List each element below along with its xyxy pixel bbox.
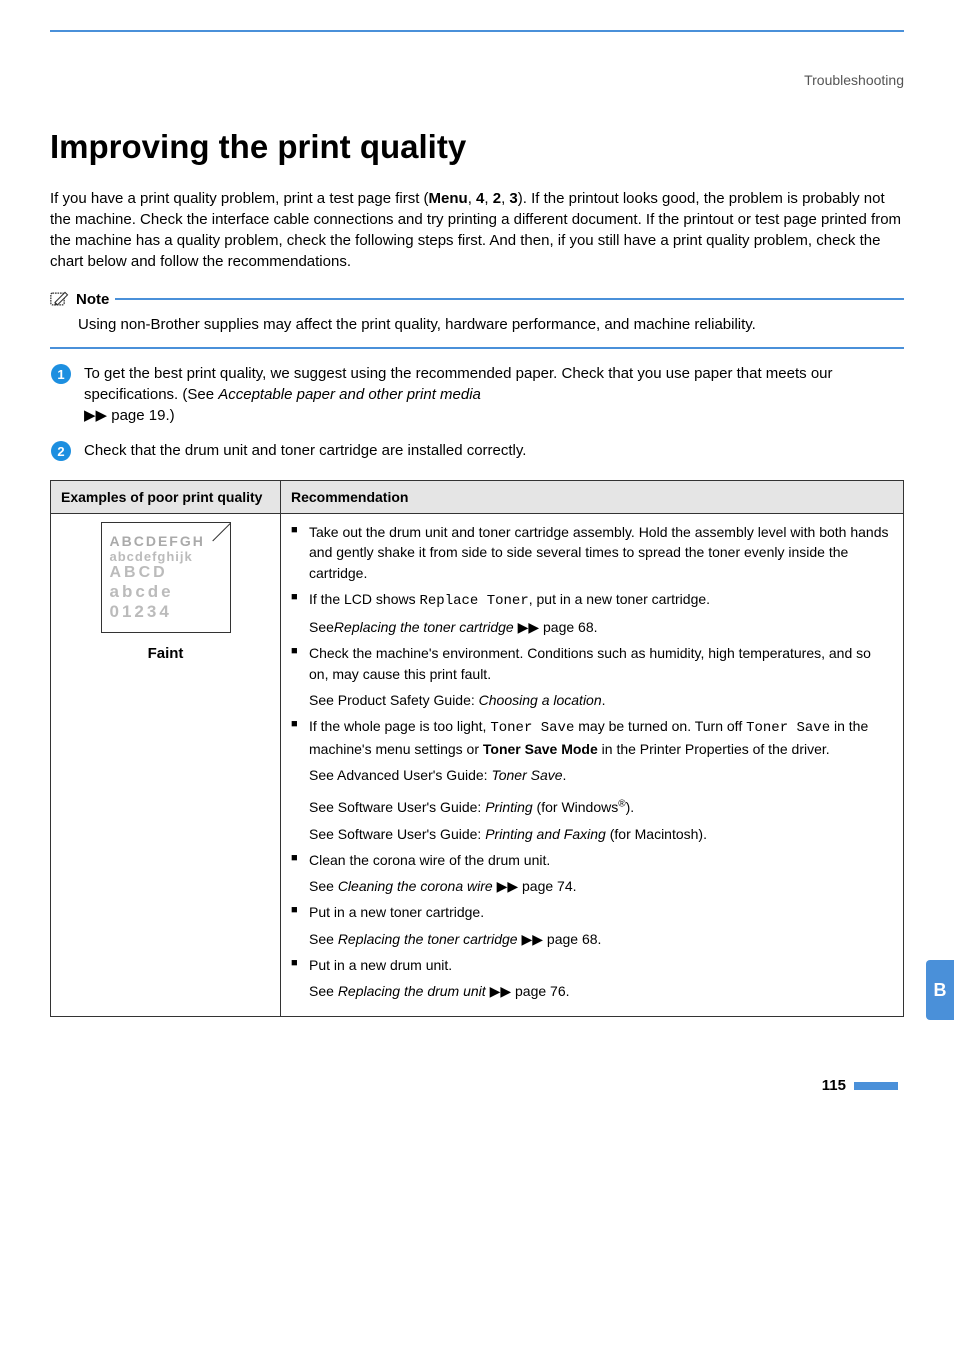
list-item: If the whole page is too light, Toner Sa… bbox=[291, 716, 893, 759]
step-1: 1 To get the best print quality, we sugg… bbox=[50, 363, 904, 426]
rec-ref: Printing bbox=[485, 799, 532, 815]
rec-text: page 68. bbox=[543, 619, 598, 635]
step-1-text: To get the best print quality, we sugges… bbox=[84, 363, 904, 426]
rec-ref: Toner Save bbox=[491, 767, 562, 783]
list-item: See Advanced User's Guide: Toner Save. bbox=[291, 765, 893, 785]
rec-text: See bbox=[309, 983, 338, 999]
rec-text: If the whole page is too light, bbox=[309, 718, 490, 734]
rec-text: . bbox=[602, 692, 606, 708]
list-item: If the LCD shows Replace Toner, put in a… bbox=[291, 589, 893, 611]
rec-text: See Advanced User's Guide: bbox=[309, 767, 491, 783]
sample-l5: 01234 bbox=[110, 602, 222, 622]
rec-text: ). bbox=[626, 799, 635, 815]
top-rule bbox=[50, 30, 904, 32]
intro-sep1: , bbox=[468, 190, 476, 207]
step-2: 2 Check that the drum unit and toner car… bbox=[50, 440, 904, 462]
rec-text: If the LCD shows bbox=[309, 591, 420, 607]
list-item: Clean the corona wire of the drum unit. bbox=[291, 850, 893, 870]
list-item: SeeReplacing the toner cartridge ▶▶ page… bbox=[291, 617, 893, 637]
step-1-page: page 19.) bbox=[107, 407, 175, 424]
rec-text: See Product Safety Guide: bbox=[309, 692, 479, 708]
recommendation-list: Take out the drum unit and toner cartrid… bbox=[291, 522, 893, 1002]
rec-text: See bbox=[309, 619, 334, 635]
intro-text-1: If you have a print quality problem, pri… bbox=[50, 190, 429, 207]
note-body: Using non-Brother supplies may affect th… bbox=[50, 314, 904, 335]
rec-ref: Replacing the toner cartridge bbox=[338, 931, 518, 947]
note-title: Note bbox=[76, 291, 109, 308]
svg-text:1: 1 bbox=[57, 367, 64, 382]
list-item: Take out the drum unit and toner cartrid… bbox=[291, 522, 893, 583]
table-header-examples: Examples of poor print quality bbox=[51, 481, 281, 514]
rec-arrows: ▶▶ bbox=[493, 878, 522, 894]
list-item: Check the machine's environment. Conditi… bbox=[291, 643, 893, 684]
rec-text: page 68. bbox=[547, 931, 602, 947]
rec-ref: Cleaning the corona wire bbox=[338, 878, 493, 894]
intro-key-3: 3 bbox=[509, 190, 517, 207]
step-2-text: Check that the drum unit and toner cartr… bbox=[84, 440, 526, 461]
rec-text: See Software User's Guide: bbox=[309, 799, 485, 815]
example-label: Faint bbox=[61, 645, 270, 662]
svg-text:2: 2 bbox=[57, 444, 64, 459]
rec-text: (for Macintosh). bbox=[606, 826, 707, 842]
rec-mono: Toner Save bbox=[746, 720, 830, 736]
recommendation-cell: Take out the drum unit and toner cartrid… bbox=[281, 514, 904, 1017]
sample-l2: abcdefghijk bbox=[110, 549, 222, 564]
appendix-tab: B bbox=[926, 960, 954, 1020]
rec-ref: Replacing the drum unit bbox=[338, 983, 486, 999]
note-block: Note Using non-Brother supplies may affe… bbox=[50, 290, 904, 349]
pencil-note-icon bbox=[50, 290, 70, 308]
step-1-arrows: ▶▶ bbox=[84, 407, 107, 424]
rec-text: (for Windows bbox=[533, 799, 619, 815]
rec-text: page 74. bbox=[522, 878, 577, 894]
list-item: Put in a new toner cartridge. bbox=[291, 902, 893, 922]
note-rule bbox=[115, 298, 904, 300]
table-header-recommendation: Recommendation bbox=[281, 481, 904, 514]
rec-mono: Toner Save bbox=[490, 720, 574, 736]
step-badge-1: 1 bbox=[50, 363, 72, 385]
list-item: See Cleaning the corona wire ▶▶ page 74. bbox=[291, 876, 893, 896]
rec-ref: Replacing the toner cartridge bbox=[334, 619, 514, 635]
table-row: ABCDEFGH abcdefghijk ABCD abcde 01234 Fa… bbox=[51, 514, 904, 1017]
rec-text: . bbox=[563, 767, 567, 783]
intro-sep2: , bbox=[484, 190, 492, 207]
list-item: See Replacing the toner cartridge ▶▶ pag… bbox=[291, 929, 893, 949]
rec-sup: ® bbox=[618, 799, 625, 810]
list-item: Put in a new drum unit. bbox=[291, 955, 893, 975]
list-item: See Software User's Guide: Printing and … bbox=[291, 824, 893, 844]
list-item: See Product Safety Guide: Choosing a loc… bbox=[291, 690, 893, 710]
intro-menu: Menu bbox=[429, 190, 468, 207]
list-item: See Replacing the drum unit ▶▶ page 76. bbox=[291, 981, 893, 1001]
rec-text: in the Printer Properties of the driver. bbox=[598, 741, 830, 757]
step-badge-2: 2 bbox=[50, 440, 72, 462]
list-item: See Software User's Guide: Printing (for… bbox=[291, 797, 893, 817]
rec-mono: Replace Toner bbox=[420, 593, 529, 609]
rec-arrows: ▶▶ bbox=[514, 619, 543, 635]
page-title: Improving the print quality bbox=[50, 128, 904, 166]
rec-text: See Software User's Guide: bbox=[309, 826, 485, 842]
sample-l4: abcde bbox=[110, 582, 222, 602]
breadcrumb: Troubleshooting bbox=[50, 72, 904, 88]
rec-text: may be turned on. Turn off bbox=[574, 718, 746, 734]
sample-l3: ABCD bbox=[110, 564, 222, 582]
rec-text: , put in a new toner cartridge. bbox=[529, 591, 710, 607]
quality-table: Examples of poor print quality Recommend… bbox=[50, 480, 904, 1017]
example-cell: ABCDEFGH abcdefghijk ABCD abcde 01234 Fa… bbox=[51, 514, 281, 1017]
rec-bold: Toner Save Mode bbox=[483, 741, 598, 757]
intro-key-2: 2 bbox=[493, 190, 501, 207]
rec-arrows: ▶▶ bbox=[486, 983, 515, 999]
rec-text: page 76. bbox=[515, 983, 570, 999]
intro-paragraph: If you have a print quality problem, pri… bbox=[50, 188, 904, 272]
sample-l1: ABCDEFGH bbox=[110, 533, 222, 549]
page-number-area: 115 bbox=[50, 1077, 904, 1094]
page-number-bar bbox=[854, 1082, 898, 1090]
rec-ref: Choosing a location bbox=[479, 692, 602, 708]
rec-arrows: ▶▶ bbox=[518, 931, 547, 947]
sample-page-icon: ABCDEFGH abcdefghijk ABCD abcde 01234 bbox=[101, 522, 231, 633]
step-1-ref: Acceptable paper and other print media bbox=[218, 386, 481, 403]
rec-text: See bbox=[309, 878, 338, 894]
rec-ref: Printing and Faxing bbox=[485, 826, 606, 842]
page-number: 115 bbox=[822, 1077, 846, 1094]
rec-text: See bbox=[309, 931, 338, 947]
